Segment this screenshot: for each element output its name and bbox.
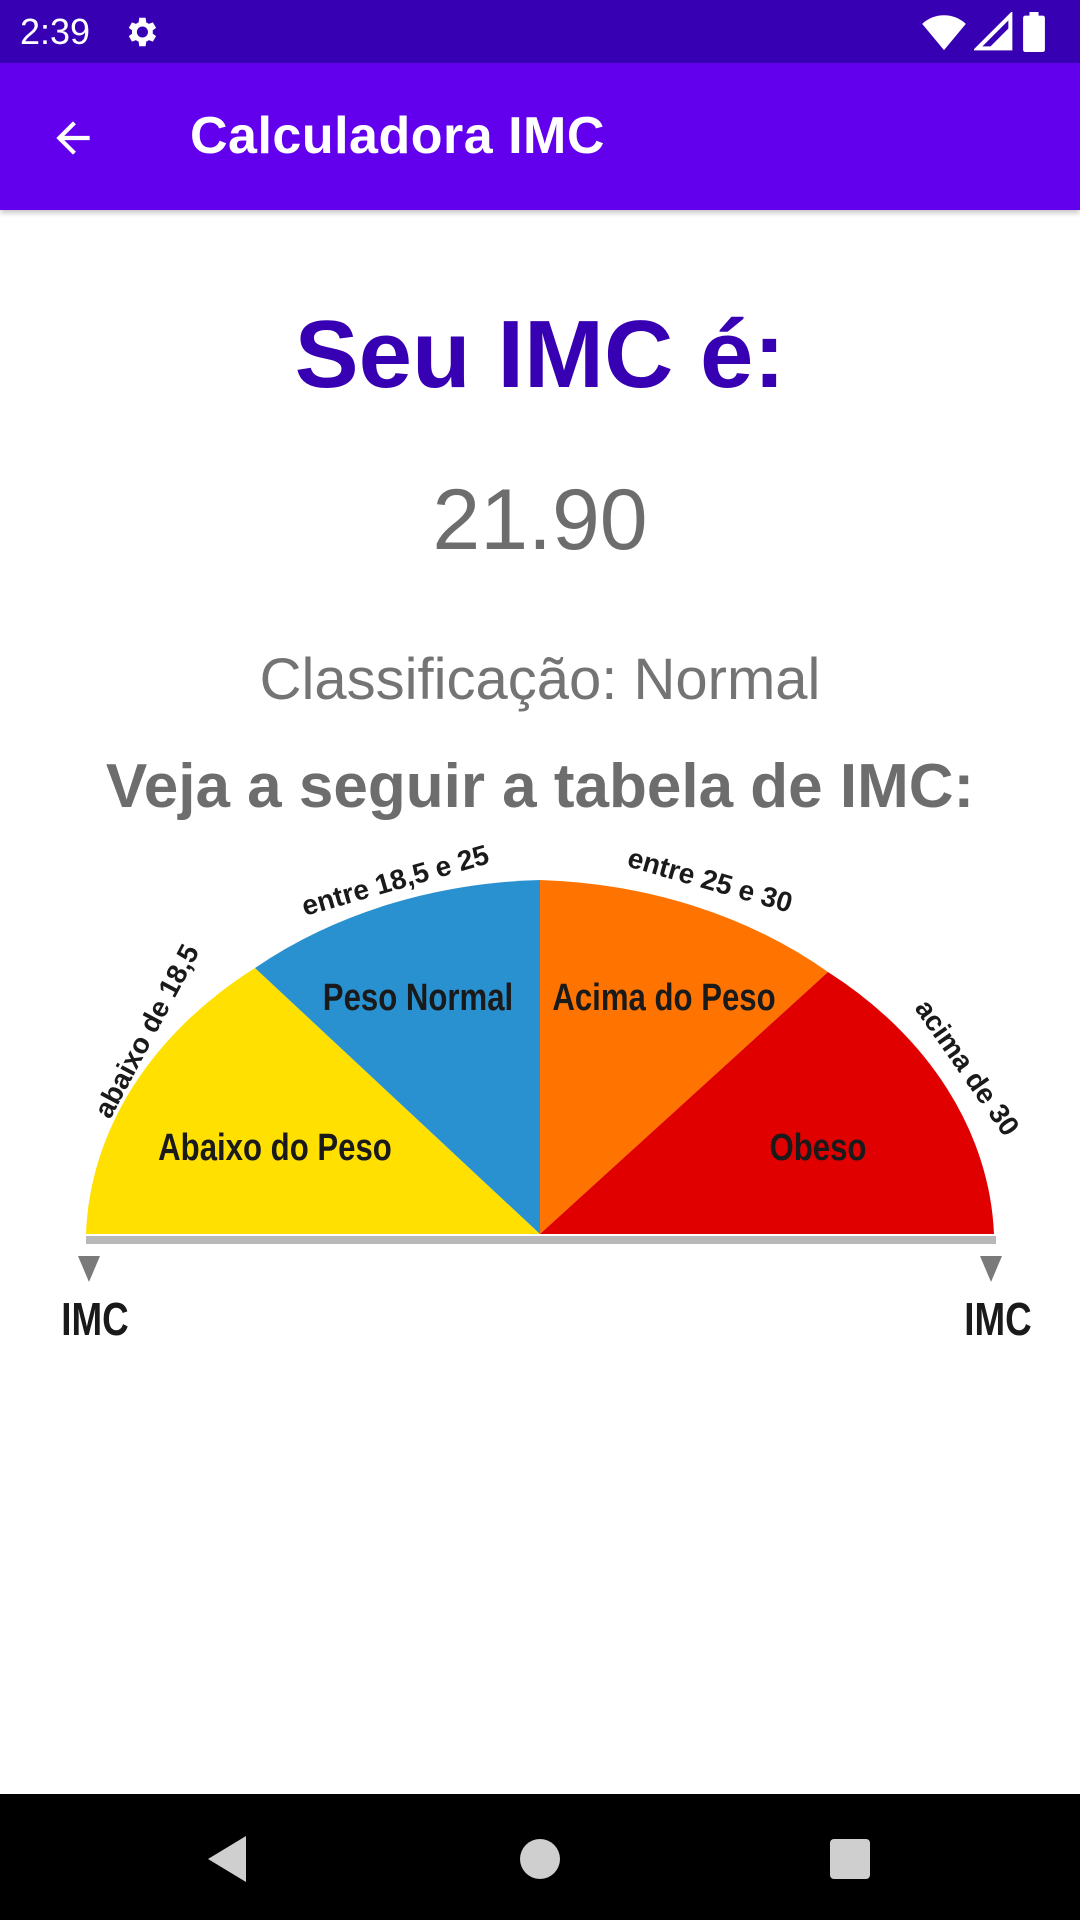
app-title: Calculadora IMC [190, 107, 605, 165]
signal-icon [974, 12, 1013, 51]
back-triangle-icon[interactable] [190, 1824, 260, 1894]
arrow-down-left-icon [78, 1256, 100, 1282]
classification-text: Classificação: Normal [259, 647, 821, 712]
back-button[interactable] [36, 103, 112, 171]
bmi-value: 21.90 [432, 472, 648, 568]
label-obese: Obeso [770, 1127, 867, 1169]
arrow-down-right-icon [980, 1256, 1002, 1282]
axis-label-right: IMC [964, 1293, 1031, 1345]
bmi-gauge-chart: Abaixo do Peso Peso Normal Acima do Peso… [61, 839, 1031, 1345]
recents-square-icon[interactable] [815, 1824, 885, 1894]
label-overweight: Acima do Peso [552, 977, 775, 1019]
result-title: Seu IMC é: [294, 301, 786, 408]
status-bar: 2:39 [0, 0, 1080, 63]
label-underweight: Abaixo do Peso [158, 1127, 392, 1169]
arrow-back-icon [56, 121, 90, 155]
gauge-base-shadow [86, 1236, 996, 1244]
wifi-icon [922, 15, 966, 51]
battery-icon [1023, 12, 1045, 52]
table-heading: Veja a seguir a tabela de IMC: [105, 752, 975, 821]
status-time: 2:39 [20, 11, 91, 52]
status-icons [922, 12, 1052, 52]
app-bar: Calculadora IMC [0, 63, 1080, 210]
navigation-bar [0, 1794, 1080, 1920]
label-normal: Peso Normal [323, 977, 513, 1019]
home-circle-icon[interactable] [505, 1824, 575, 1894]
axis-label-left: IMC [61, 1293, 128, 1345]
gear-icon [128, 17, 157, 47]
